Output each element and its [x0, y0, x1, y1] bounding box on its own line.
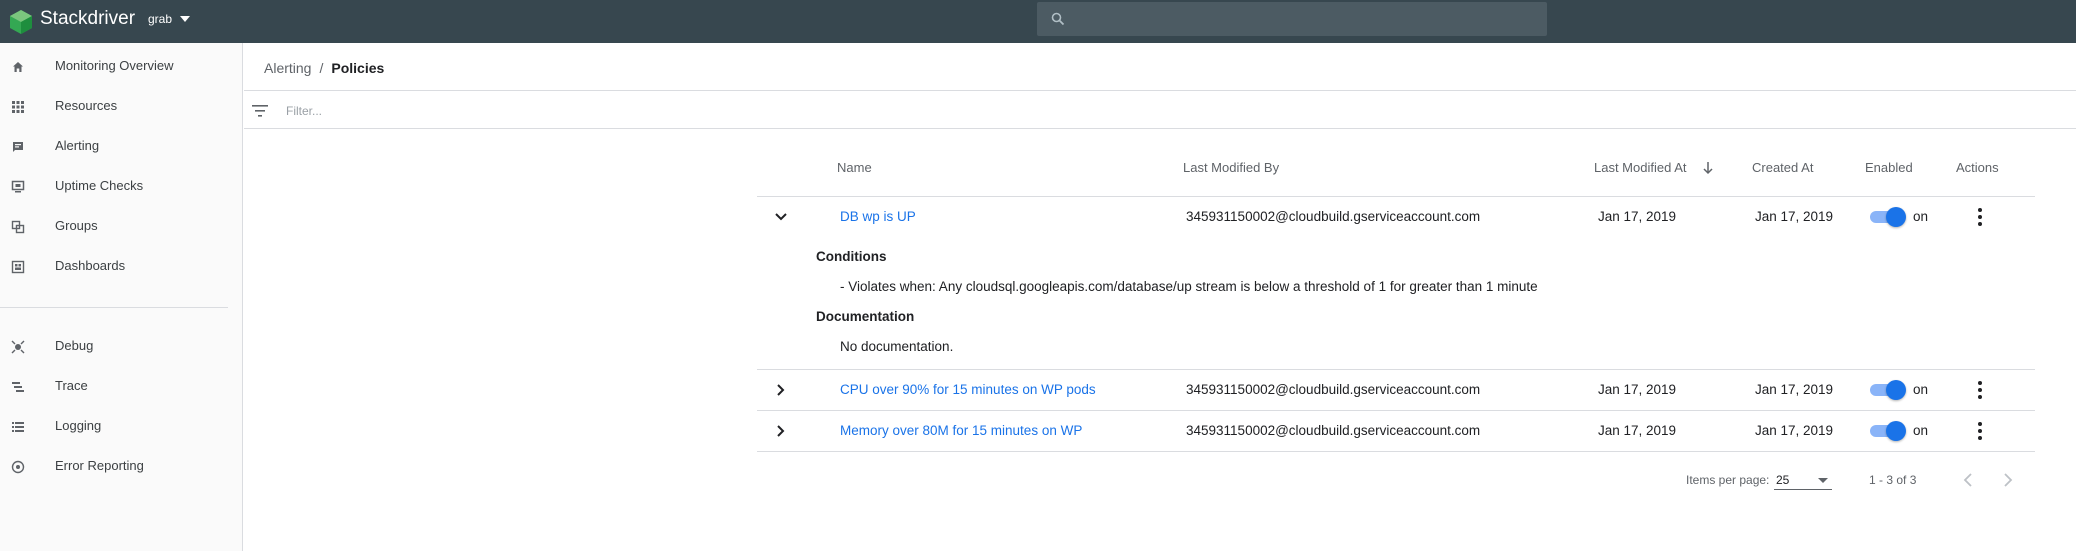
breadcrumb-separator: /	[319, 60, 324, 76]
more-actions-icon[interactable]	[1970, 419, 1990, 443]
sidebar-item-label: Trace	[55, 378, 88, 393]
sidebar-item-resources[interactable]: Resources	[0, 91, 242, 121]
table-header-divider	[757, 196, 2035, 197]
grid-icon	[12, 101, 24, 113]
chevron-down-icon[interactable]	[772, 208, 790, 226]
row-divider	[757, 410, 2035, 411]
monitor-check-icon	[11, 180, 25, 193]
app-title[interactable]: Stackdriver	[40, 8, 135, 30]
trace-icon	[12, 382, 24, 392]
documentation-heading: Documentation	[816, 309, 915, 324]
sidebar-item-dashboards[interactable]: Dashboards	[0, 251, 242, 281]
created-at-cell: Jan 17, 2019	[1755, 423, 1834, 438]
more-actions-icon[interactable]	[1970, 378, 1990, 402]
sidebar-item-label: Groups	[55, 218, 98, 233]
toggle-thumb	[1886, 207, 1906, 227]
policy-name-link[interactable]: CPU over 90% for 15 minutes on WP pods	[840, 381, 1096, 399]
items-per-page-value: 25	[1776, 473, 1790, 487]
groups-icon	[11, 220, 25, 234]
policy-name-link[interactable]: DB wp is UP	[840, 208, 916, 226]
sidebar-item-alerting[interactable]: Alerting	[0, 131, 242, 161]
error-reporting-icon	[11, 460, 25, 474]
breadcrumb-alerting-link[interactable]: Alerting	[264, 60, 311, 76]
table-bottom-divider	[757, 451, 2035, 452]
toggle-thumb	[1886, 380, 1906, 400]
dropdown-caret-icon	[1818, 478, 1828, 483]
page-range-label: 1 - 3 of 3	[1869, 473, 1917, 487]
header-divider	[244, 90, 2076, 91]
debug-icon	[11, 340, 25, 354]
more-actions-icon[interactable]	[1970, 205, 1990, 229]
sidebar-nav: Monitoring Overview Resources Alerting U…	[0, 43, 243, 551]
enabled-toggle[interactable]	[1868, 378, 1906, 402]
column-header-name[interactable]: Name	[837, 160, 872, 176]
column-header-last-modified-at[interactable]: Last Modified At	[1594, 160, 1687, 176]
sort-descending-icon[interactable]	[1702, 161, 1714, 175]
row-divider	[757, 369, 2035, 370]
sidebar-item-label: Dashboards	[55, 258, 126, 273]
sidebar-divider	[0, 307, 228, 308]
column-header-enabled[interactable]: Enabled	[1865, 160, 1913, 176]
items-per-page-label: Items per page:	[1686, 473, 1770, 487]
search-box[interactable]	[1037, 2, 1547, 36]
chevron-right-icon[interactable]	[772, 381, 790, 399]
alert-message-icon	[13, 142, 23, 152]
sidebar-item-error-reporting[interactable]: Error Reporting	[0, 451, 242, 481]
breadcrumb: Alerting / Policies	[264, 59, 384, 77]
last-modified-at-cell: Jan 17, 2019	[1598, 382, 1677, 397]
sidebar-item-label: Uptime Checks	[55, 178, 144, 193]
chevron-right-icon[interactable]	[772, 422, 790, 440]
column-header-created-at[interactable]: Created At	[1752, 160, 1813, 176]
stackdriver-logo-icon[interactable]	[8, 9, 34, 35]
top-bar: Stackdriver grab	[0, 0, 2076, 43]
documentation-text: No documentation.	[840, 339, 954, 354]
condition-text: - Violates when: Any cloudsql.googleapis…	[840, 279, 1538, 294]
column-header-last-modified-by[interactable]: Last Modified By	[1183, 160, 1279, 176]
home-icon	[13, 62, 23, 72]
policy-name-link[interactable]: Memory over 80M for 15 minutes on WP	[840, 422, 1082, 440]
filter-icon[interactable]	[252, 104, 268, 118]
page-title: Policies	[331, 60, 385, 76]
sidebar-item-logging[interactable]: Logging	[0, 411, 242, 441]
items-per-page-select[interactable]: 25	[1774, 468, 1832, 490]
created-at-cell: Jan 17, 2019	[1755, 382, 1834, 397]
sidebar-item-debug[interactable]: Debug	[0, 331, 242, 361]
sidebar-item-trace[interactable]: Trace	[0, 371, 242, 401]
sidebar-item-label: Logging	[55, 418, 102, 433]
next-page-icon[interactable]	[1997, 469, 2019, 491]
search-input[interactable]	[1073, 2, 1533, 36]
enabled-state-label: on	[1913, 209, 1929, 224]
sidebar-item-label: Error Reporting	[55, 458, 144, 473]
project-dropdown-icon[interactable]	[180, 16, 190, 22]
enabled-toggle[interactable]	[1868, 205, 1906, 229]
previous-page-icon[interactable]	[1957, 469, 1979, 491]
last-modified-by-cell: 345931150002@cloudbuild.gserviceaccount.…	[1186, 382, 1481, 397]
last-modified-by-cell: 345931150002@cloudbuild.gserviceaccount.…	[1186, 209, 1481, 224]
sidebar-item-label: Resources	[55, 98, 118, 113]
sidebar-item-label: Monitoring Overview	[55, 58, 174, 73]
search-icon	[1051, 12, 1065, 26]
sidebar-item-uptime-checks[interactable]: Uptime Checks	[0, 171, 242, 201]
sidebar-item-label: Alerting	[55, 138, 100, 153]
toggle-thumb	[1886, 421, 1906, 441]
logging-icon	[12, 422, 24, 432]
created-at-cell: Jan 17, 2019	[1755, 209, 1834, 224]
last-modified-by-cell: 345931150002@cloudbuild.gserviceaccount.…	[1186, 423, 1481, 438]
filter-divider	[244, 128, 2076, 129]
column-header-actions: Actions	[1956, 160, 1999, 175]
sidebar-item-label: Debug	[55, 338, 94, 353]
enabled-toggle[interactable]	[1868, 419, 1906, 443]
project-selector[interactable]: grab	[148, 11, 172, 27]
conditions-heading: Conditions	[816, 249, 887, 264]
enabled-state-label: on	[1913, 382, 1929, 397]
dashboard-icon	[11, 260, 25, 274]
sidebar-item-monitoring-overview[interactable]: Monitoring Overview	[0, 51, 242, 81]
sidebar-item-groups[interactable]: Groups	[0, 211, 242, 241]
last-modified-at-cell: Jan 17, 2019	[1598, 423, 1677, 438]
enabled-state-label: on	[1913, 423, 1929, 438]
last-modified-at-cell: Jan 17, 2019	[1598, 209, 1677, 224]
filter-input[interactable]	[286, 102, 886, 120]
